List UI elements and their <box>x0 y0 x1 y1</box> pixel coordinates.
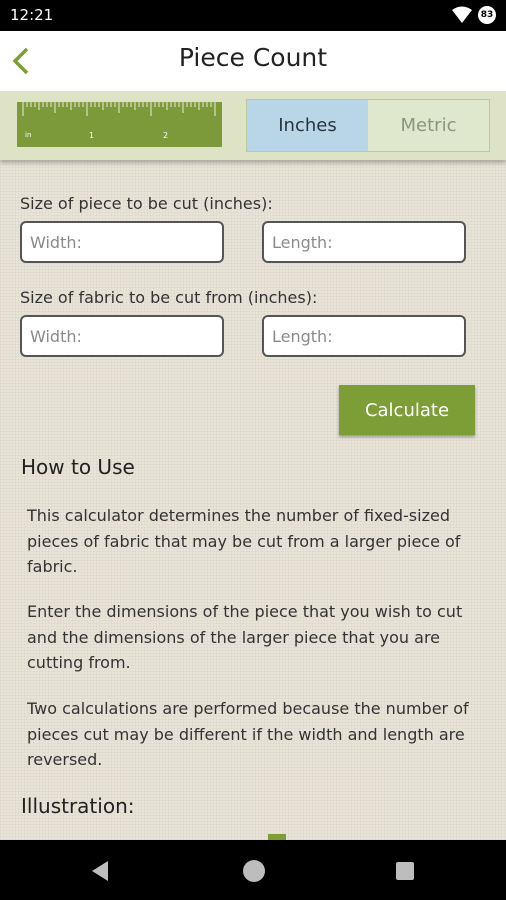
piece-width-input[interactable] <box>20 221 224 263</box>
ruler-label-1: 1 <box>89 131 94 140</box>
battery-icon: 83 <box>478 6 496 24</box>
recents-square-icon[interactable] <box>396 862 414 880</box>
how-to-use-heading: How to Use <box>21 455 135 479</box>
how-to-use-paragraph-3: Two calculations are performed because t… <box>27 699 469 769</box>
status-time: 12:21 <box>10 6 54 24</box>
back-triangle-icon[interactable] <box>90 860 110 882</box>
app-bar: Piece Count <box>0 31 506 91</box>
main-content: Size of piece to be cut (inches): Size o… <box>0 160 506 840</box>
status-bar: 12:21 83 <box>0 0 506 31</box>
fabric-width-input[interactable] <box>20 315 224 357</box>
how-to-use-paragraph-2: Enter the dimensions of the piece that y… <box>27 602 463 672</box>
wifi-icon <box>452 6 472 23</box>
ruler-graphic: in 1 2 <box>22 102 216 140</box>
page-title: Piece Count <box>178 43 328 72</box>
unit-toggle: Inches Metric <box>246 99 490 152</box>
inches-button[interactable]: Inches <box>247 100 368 151</box>
piece-size-label: Size of piece to be cut (inches): <box>20 194 273 213</box>
metric-button[interactable]: Metric <box>368 100 489 151</box>
how-to-use-paragraph-1: This calculator determines the number of… <box>27 506 461 576</box>
illustration-heading: Illustration: <box>21 794 135 818</box>
status-icons: 83 <box>452 6 496 24</box>
ruler-label-2: 2 <box>163 131 168 140</box>
system-nav-bar <box>0 840 506 900</box>
ruler-logo: in 1 2 <box>17 102 222 147</box>
fabric-size-label: Size of fabric to be cut from (inches): <box>20 288 318 307</box>
piece-length-input[interactable] <box>262 221 466 263</box>
fabric-length-input[interactable] <box>262 315 466 357</box>
calculate-button[interactable]: Calculate <box>339 385 475 435</box>
home-circle-icon[interactable] <box>243 860 265 882</box>
ruler-label-in: in <box>25 131 31 139</box>
